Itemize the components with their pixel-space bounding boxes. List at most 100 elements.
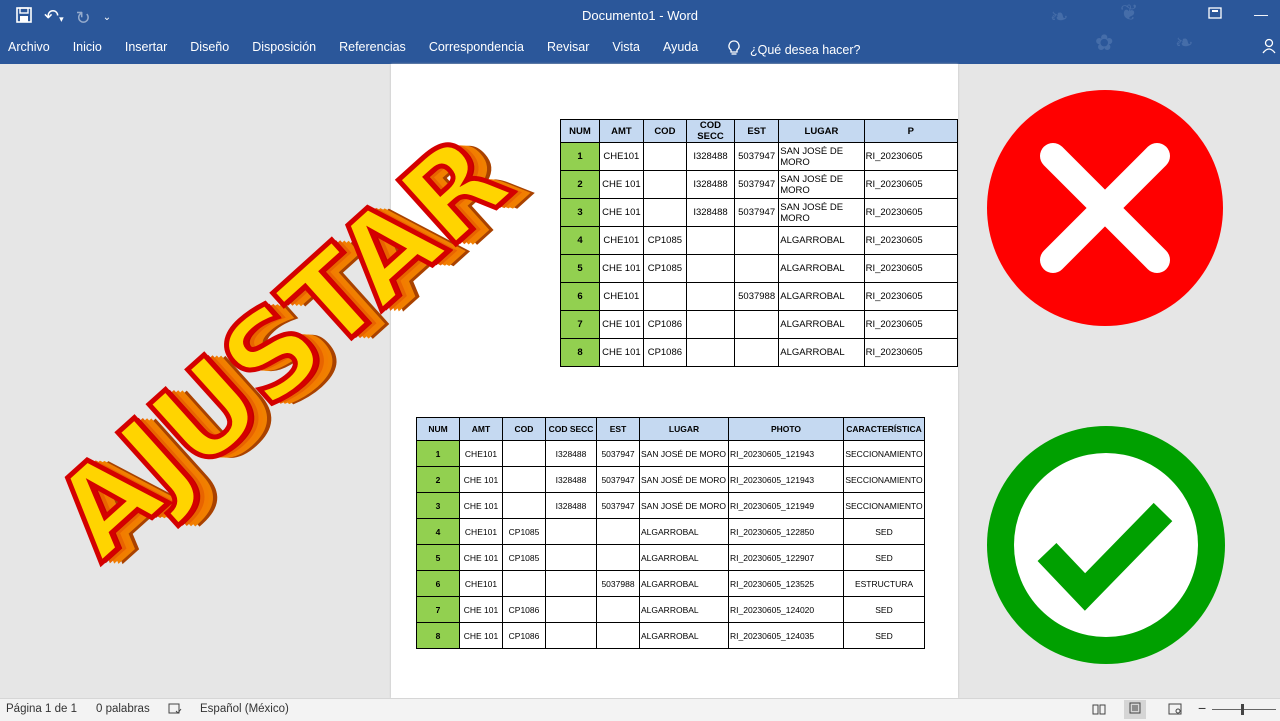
web-layout-icon[interactable] <box>1168 703 1182 718</box>
column-header[interactable]: LUGAR <box>778 119 865 143</box>
table-cell[interactable]: RI_20230605_124035 <box>728 622 844 649</box>
table-cell[interactable]: I328488 <box>545 492 597 519</box>
table-row[interactable]: 3 CHE 101 I328488 5037947 SAN JOSÉ DE MORO RI… <box>560 198 958 227</box>
table-cell[interactable]: I328488 <box>685 142 736 171</box>
zoom-out-button[interactable]: − <box>1198 700 1206 716</box>
column-header[interactable]: PHOTO <box>728 417 844 441</box>
table-row[interactable]: 8 CHE 101 CP1086 ALGARROBAL RI_20230605_1240… <box>416 622 925 649</box>
table-row[interactable]: 4 CHE101 CP1085 ALGARROBAL RI_20230605_12285… <box>416 518 925 545</box>
table-cell[interactable]: RI_20230605_122850 <box>728 518 844 545</box>
table-row[interactable]: 6 CHE101 5037988 ALGARROBAL RI_20230605_1235… <box>416 570 925 597</box>
table-cell[interactable]: CHE 101 <box>598 170 644 199</box>
table-cell[interactable]: RI_20230605_121943 <box>728 440 844 467</box>
column-header[interactable]: COD SECC <box>685 119 736 143</box>
table-cell[interactable]: ALGARROBAL <box>778 338 865 367</box>
table-cell[interactable]: CP1086 <box>642 310 687 339</box>
table-cell[interactable]: 5037947 <box>596 466 640 493</box>
table-cell[interactable]: RI_20230605_121949 <box>728 492 844 519</box>
table-cell[interactable]: SED <box>843 518 925 545</box>
table-cell[interactable]: CHE 101 <box>598 198 644 227</box>
table-cell[interactable]: RI_20230605 <box>863 338 958 367</box>
table-cell[interactable]: SAN JOSÉ DE MORO <box>639 440 729 467</box>
table-cell[interactable]: CHE101 <box>598 226 644 255</box>
table-cell[interactable]: CHE101 <box>459 570 503 597</box>
print-layout-icon[interactable] <box>1124 700 1146 719</box>
read-mode-icon[interactable] <box>1092 703 1106 718</box>
table-cell[interactable]: I328488 <box>685 198 736 227</box>
table-cell[interactable] <box>642 170 687 199</box>
minimize-icon[interactable]: — <box>1254 6 1268 22</box>
table-cell[interactable] <box>642 198 687 227</box>
table-cell[interactable] <box>734 310 780 339</box>
table-cell[interactable]: CHE101 <box>459 518 503 545</box>
column-header[interactable]: AMT <box>459 417 503 441</box>
table-row[interactable]: 7 CHE 101 CP1086 ALGARROBAL RI_20230605_1240… <box>416 596 925 623</box>
row-number-cell[interactable]: 6 <box>560 282 600 311</box>
table-cell[interactable]: ALGARROBAL <box>778 226 865 255</box>
table-cell[interactable] <box>734 338 780 367</box>
zoom-slider-thumb[interactable] <box>1241 704 1244 715</box>
row-number-cell[interactable]: 7 <box>560 310 600 339</box>
table-cell[interactable] <box>502 466 546 493</box>
column-header[interactable]: COD SECC <box>545 417 597 441</box>
table-cell[interactable]: 5037947 <box>734 142 780 171</box>
table-cell[interactable]: CHE 101 <box>459 466 503 493</box>
table-cell[interactable]: SED <box>843 596 925 623</box>
table-row[interactable]: 2 CHE 101 I328488 5037947 SAN JOSÉ DE MORO RI… <box>416 466 925 493</box>
table-cell[interactable]: ALGARROBAL <box>639 622 729 649</box>
row-number-cell[interactable]: 2 <box>560 170 600 199</box>
table-cell[interactable]: CHE 101 <box>459 596 503 623</box>
table-cell[interactable]: SAN JOSÉ DE MORO <box>778 170 865 199</box>
row-number-cell[interactable]: 1 <box>560 142 600 171</box>
row-number-cell[interactable]: 6 <box>416 570 460 597</box>
table-cell[interactable]: CHE 101 <box>598 338 644 367</box>
table-cell[interactable]: SAN JOSÉ DE MORO <box>778 142 865 171</box>
table-cell[interactable]: I328488 <box>545 466 597 493</box>
table-cell[interactable]: RI_20230605 <box>863 310 958 339</box>
table-cell[interactable] <box>685 226 736 255</box>
table-cell[interactable]: CHE 101 <box>459 622 503 649</box>
table-row[interactable]: 1 CHE101 I328488 5037947 SAN JOSÉ DE MORO RI_… <box>560 142 958 171</box>
table-cell[interactable] <box>502 492 546 519</box>
column-header[interactable]: EST <box>734 119 780 143</box>
row-number-cell[interactable]: 8 <box>560 338 600 367</box>
table-cell[interactable]: 5037947 <box>734 198 780 227</box>
table-cell[interactable]: CHE 101 <box>459 544 503 571</box>
table-cell[interactable]: CP1085 <box>502 518 546 545</box>
table-cell[interactable]: 5037947 <box>596 440 640 467</box>
table-cell[interactable] <box>596 518 640 545</box>
table-cell[interactable]: ALGARROBAL <box>639 570 729 597</box>
row-number-cell[interactable]: 4 <box>560 226 600 255</box>
table-cell[interactable]: 5037988 <box>734 282 780 311</box>
language-label[interactable]: Español (México) <box>200 703 289 715</box>
table-cell[interactable] <box>502 570 546 597</box>
table-cell[interactable]: CHE 101 <box>598 310 644 339</box>
table-cell[interactable]: CP1086 <box>502 596 546 623</box>
user-icon[interactable] <box>1262 38 1276 59</box>
table-cell[interactable]: SAN JOSÉ DE MORO <box>778 198 865 227</box>
column-header[interactable]: AMT <box>598 119 644 143</box>
table-cell[interactable]: SED <box>843 544 925 571</box>
row-number-cell[interactable]: 8 <box>416 622 460 649</box>
table-cell[interactable]: ALGARROBAL <box>778 282 865 311</box>
row-number-cell[interactable]: 5 <box>416 544 460 571</box>
table-cell[interactable]: CP1086 <box>642 338 687 367</box>
table-cell[interactable] <box>502 440 546 467</box>
page-count[interactable]: Página 1 de 1 <box>6 703 77 715</box>
table-cell[interactable]: SED <box>843 622 925 649</box>
table-cell[interactable]: 5037947 <box>734 170 780 199</box>
table-cell[interactable] <box>596 622 640 649</box>
table-cell[interactable] <box>642 282 687 311</box>
table-row[interactable]: 4 CHE101 CP1085 ALGARROBAL RI_20230605 <box>560 226 958 255</box>
row-number-cell[interactable]: 7 <box>416 596 460 623</box>
column-header[interactable]: LUGAR <box>639 417 729 441</box>
table-cell[interactable]: SECCIONAMIENTO <box>843 466 925 493</box>
table-cell[interactable]: SAN JOSÉ DE MORO <box>639 492 729 519</box>
column-header[interactable]: COD <box>642 119 687 143</box>
table-cell[interactable]: RI_20230605 <box>863 170 958 199</box>
table-cell[interactable] <box>685 254 736 283</box>
table-overflowing[interactable]: NUM AMT COD COD SECC EST LUGAR P 1 CHE101 I32848… <box>560 119 958 367</box>
ribbon-display-icon[interactable] <box>1208 6 1222 22</box>
table-cell[interactable] <box>545 518 597 545</box>
table-cell[interactable]: ALGARROBAL <box>639 596 729 623</box>
